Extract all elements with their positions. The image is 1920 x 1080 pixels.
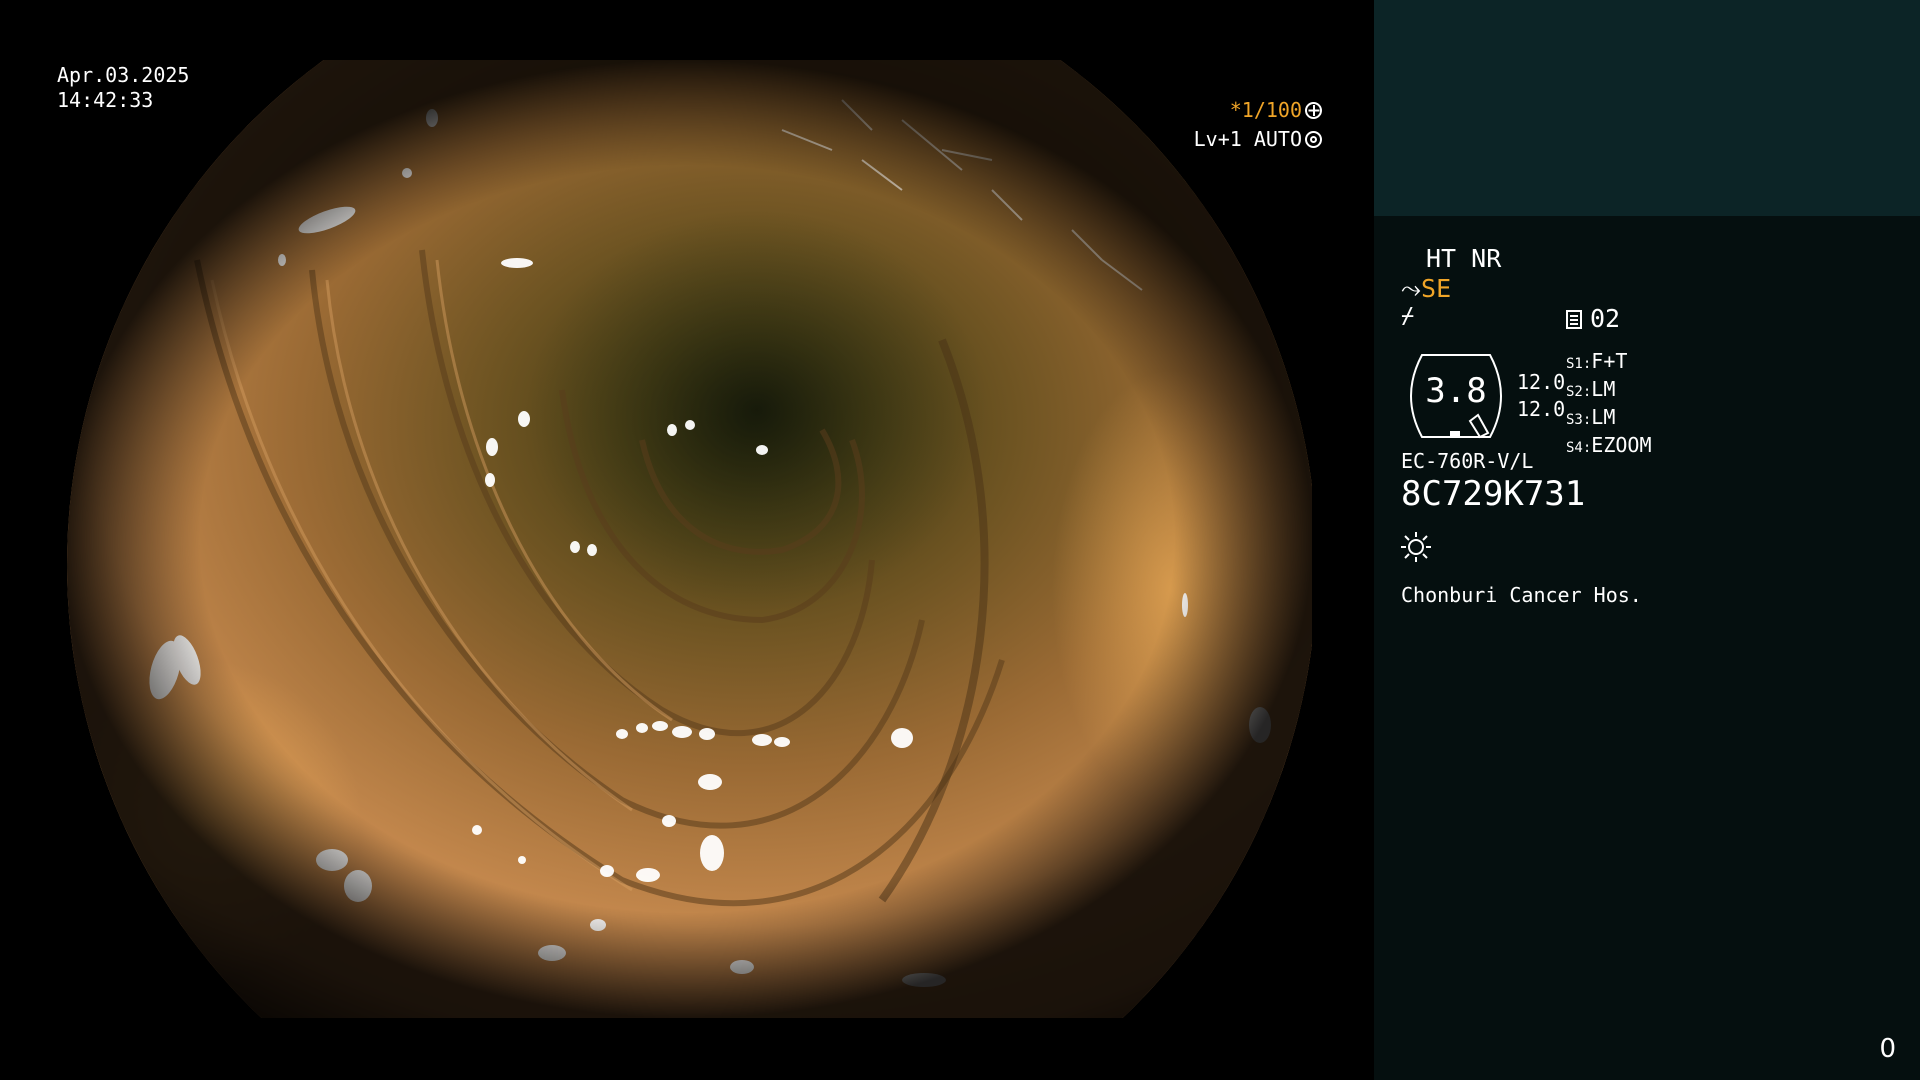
switch-value: LM [1591,405,1616,429]
panel-header-area [1374,0,1920,216]
scope-switch-list: S1:F+T S2:LM S3:LM S4:EZOOM [1566,349,1652,461]
light-icon [1400,531,1432,563]
structure-enhancement-indicator: ⤳SE [1401,274,1451,304]
endoscopy-screen: Apr.03.2025 14:42:33 *1/100 Lv+1 AUTO HT… [0,0,1920,1080]
frame-counter: 0 [1879,1034,1896,1064]
record-icon [1566,310,1582,329]
switch-value: LM [1591,377,1616,401]
zoom-gauge: 3.8 [1400,351,1512,441]
switch-tag: S1: [1566,356,1592,372]
record-number: 02 [1590,304,1621,333]
date-label: Apr.03.2025 [57,63,190,87]
switch-tag: S3: [1566,412,1592,428]
auto-iris-icon [1305,131,1322,148]
switch-value: F+T [1591,349,1628,373]
gauge-side-values: 12.0 12.0 [1517,369,1565,423]
scope-mode-icon: ⤳ [1401,274,1422,303]
time-label: 14:42:33 [57,88,154,112]
hospital-name: Chonburi Cancer Hos. [1401,583,1642,607]
filter-icon: ⌿ [1401,304,1415,329]
shutter-speed-display: *1/100 [1230,98,1322,122]
record-counter: 02 [1566,304,1620,333]
ht-nr-indicator: HT NR [1426,244,1502,273]
shutter-value: 1/100 [1241,98,1302,122]
endoscope-image [62,60,1312,1018]
shutter-prefix: * [1229,98,1242,122]
gauge-value: 3.8 [1425,371,1487,411]
brightness-level-display: Lv+1 AUTO [1194,127,1322,151]
side-value-top: 12.0 [1517,370,1566,394]
switch-value: EZOOM [1591,433,1652,457]
scope-model: EC-760R-V/L [1401,449,1534,473]
level-label: Lv+1 AUTO [1193,127,1302,151]
shutter-icon [1305,102,1322,119]
scope-serial: 8C729K731 [1401,474,1586,514]
switch-tag: S4: [1566,440,1592,456]
endoscope-video-area: Apr.03.2025 14:42:33 *1/100 Lv+1 AUTO [0,0,1374,1080]
switch-tag: S2: [1566,384,1592,400]
endoscope-image-graphic [67,60,1312,1018]
side-value-bottom: 12.0 [1517,397,1566,421]
status-panel: HT NR ⤳SE ⌿ 02 3.8 12.0 12.0 S1:F+T S2:L… [1374,216,1920,1080]
datetime-display: Apr.03.2025 14:42:33 [57,63,189,113]
se-label: SE [1421,274,1452,303]
